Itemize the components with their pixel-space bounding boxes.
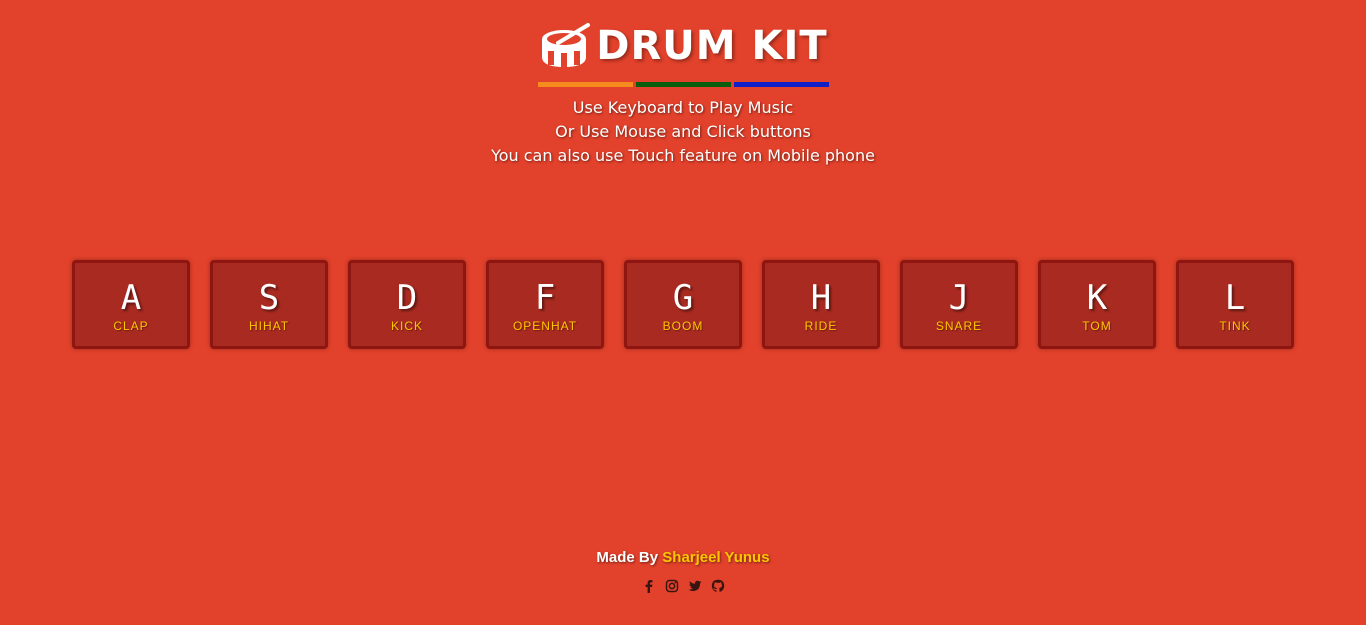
key-letter: J — [948, 278, 970, 318]
drum-key-k[interactable]: K TOM — [1038, 260, 1156, 349]
drum-key-j[interactable]: J SNARE — [900, 260, 1018, 349]
key-sound: CLAP — [113, 319, 149, 333]
key-letter: H — [810, 278, 832, 318]
drum-key-d[interactable]: D KICK — [348, 260, 466, 349]
drum-kit-page: DRUM KIT Use Keyboard to Play Music Or U… — [0, 0, 1366, 625]
key-sound: HIHAT — [248, 319, 290, 333]
key-letter: K — [1086, 278, 1108, 318]
key-letter: S — [258, 278, 280, 318]
key-sound: TOM — [1082, 319, 1112, 333]
stripe-orange — [537, 82, 633, 87]
page-title: DRUM KIT — [596, 23, 828, 69]
github-icon — [711, 579, 724, 592]
stripe-green — [635, 82, 731, 87]
twitter-icon — [688, 580, 701, 591]
instagram-link[interactable] — [664, 578, 680, 594]
drum-key-l[interactable]: L TINK — [1176, 260, 1294, 349]
header: DRUM KIT Use Keyboard to Play Music Or U… — [0, 18, 1366, 168]
facebook-icon — [645, 580, 652, 593]
title-row: DRUM KIT — [0, 18, 1366, 74]
key-sound: TINK — [1219, 319, 1251, 333]
drum-keys: A CLAP S HIHAT D KICK F OPENHAT G BOOM H… — [72, 260, 1294, 349]
drum-key-f[interactable]: F OPENHAT — [486, 260, 604, 349]
key-letter: A — [120, 278, 142, 318]
drum-icon — [542, 23, 591, 67]
drum-key-a[interactable]: A CLAP — [72, 260, 190, 349]
key-sound: SNARE — [935, 319, 983, 333]
github-link[interactable] — [710, 578, 726, 594]
credit: Made By Sharjeel Yunus — [0, 549, 1366, 566]
key-sound: KICK — [390, 319, 423, 333]
instructions: Use Keyboard to Play Music Or Use Mouse … — [0, 96, 1366, 168]
color-stripes — [0, 82, 1366, 87]
footer: Made By Sharjeel Yunus — [0, 549, 1366, 594]
instruction-touch: You can also use Touch feature on Mobile… — [491, 146, 875, 165]
facebook-link[interactable] — [641, 578, 657, 594]
key-letter: F — [534, 278, 556, 318]
instagram-icon — [665, 579, 678, 593]
drum-key-h[interactable]: H RIDE — [762, 260, 880, 349]
key-sound: BOOM — [662, 319, 704, 333]
stripe-blue — [733, 82, 829, 87]
key-letter: L — [1224, 278, 1246, 318]
drum-key-s[interactable]: S HIHAT — [210, 260, 328, 349]
author-link[interactable]: Sharjeel Yunus — [662, 549, 769, 566]
key-letter: G — [672, 278, 694, 318]
key-sound: RIDE — [804, 319, 838, 333]
key-letter: D — [396, 278, 418, 318]
drum-key-g[interactable]: G BOOM — [624, 260, 742, 349]
social-links — [0, 578, 1366, 594]
key-sound: OPENHAT — [512, 319, 578, 333]
made-by-label: Made By — [596, 549, 659, 566]
instruction-keyboard: Use Keyboard to Play Music — [572, 98, 794, 117]
instruction-mouse: Or Use Mouse and Click buttons — [555, 122, 811, 141]
twitter-link[interactable] — [687, 578, 703, 594]
